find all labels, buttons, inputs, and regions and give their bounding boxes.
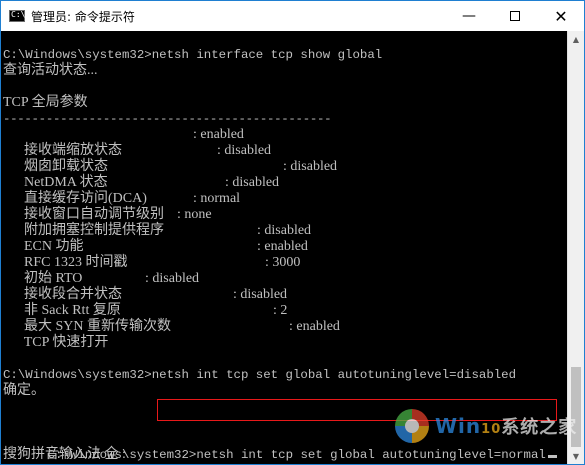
setting-value: : none [177,207,212,222]
setting-value: : disabled [257,223,312,238]
setting-row: 附加拥塞控制提供程序 : none [3,207,563,238]
setting-row: 初始 RTO : 3000 [3,255,563,286]
text-cursor [547,455,557,458]
setting-row: 非 Sack Rtt 复原 : disabled [3,287,563,318]
setting-value: : disabled [233,287,288,302]
setting-row: NetDMA 状态 : disabled [3,159,563,190]
setting-value: : enabled [193,127,244,142]
close-icon: ✕ [554,6,568,26]
setting-value: : disabled [225,175,280,190]
command-line-current[interactable]: C:\Windows\system32>netsh int tcp set gl… [3,431,557,462]
cmd-window: C:\ 管理员: 命令提示符 — ✕ C:\Windows\system32>n… [0,0,585,465]
window-title: 管理员: 命令提示符 [31,9,135,24]
scroll-thumb[interactable] [571,367,581,447]
minimize-button[interactable]: — [446,1,492,31]
setting-value: : 2 [273,303,288,318]
setting-value: : enabled [257,239,308,254]
setting-row: ECN 功能 : disabled [3,223,563,254]
window-controls: — ✕ [446,1,584,31]
querying-status-text: 查询活动状态... [3,63,98,78]
setting-row: 最大 SYN 重新传输次数 : 2 [3,303,563,334]
setting-value: : 3000 [265,255,301,270]
setting-row: 接收窗口自动调节级别 : normal [3,191,563,222]
setting-name: TCP 快速打开 [23,335,109,350]
title-bar[interactable]: C:\ 管理员: 命令提示符 — ✕ [1,1,584,31]
maximize-icon [510,11,520,21]
setting-row: 直接缓存访问(DCA) : disabled [3,175,563,206]
setting-row: RFC 1323 时间戳 : enabled [3,239,563,270]
minimize-icon: — [462,8,476,24]
vertical-scrollbar[interactable]: ▲ ▼ [567,31,584,464]
console-output[interactable]: C:\Windows\system32>netsh interface tcp … [1,31,568,464]
command-line-autotuning-disabled: C:\Windows\system32>netsh int tcp set gl… [3,368,517,382]
chevron-up-icon: ▲ [572,35,580,44]
command-line-show-global: C:\Windows\system32>netsh interface tcp … [3,48,383,62]
setting-row: 烟囱卸载状态 : disabled [3,143,563,174]
separator-line: ----------------------------------------… [3,112,332,126]
setting-row: 接收端缩放状态 : enabled [3,127,563,158]
maximize-button[interactable] [492,1,538,31]
setting-value: : disabled [145,271,200,286]
setting-value: : normal [193,191,241,206]
chevron-down-icon: ▼ [572,452,580,461]
setting-value: : disabled [217,143,272,158]
close-button[interactable]: ✕ [538,1,584,31]
current-command-input[interactable]: netsh int tcp set global autotuninglevel… [196,448,545,462]
scroll-up-button[interactable]: ▲ [568,31,584,48]
cmd-app-icon: C:\ [9,10,25,22]
setting-value: : enabled [289,319,340,334]
setting-row: 接收段合并状态 : disabled [3,271,563,302]
scroll-down-button[interactable]: ▼ [568,448,584,464]
setting-value: : disabled [283,159,338,174]
ok-status-text: 确定。 [3,383,45,398]
command-highlight-box [157,399,557,421]
ime-status-text: 搜狗拼音输入法 全 : [3,447,126,462]
cmd-app-icon-label: C:\ [11,10,26,19]
tcp-params-header: TCP 全局参数 [3,95,88,110]
setting-row: TCP 快速打开 : enabled [3,319,563,350]
